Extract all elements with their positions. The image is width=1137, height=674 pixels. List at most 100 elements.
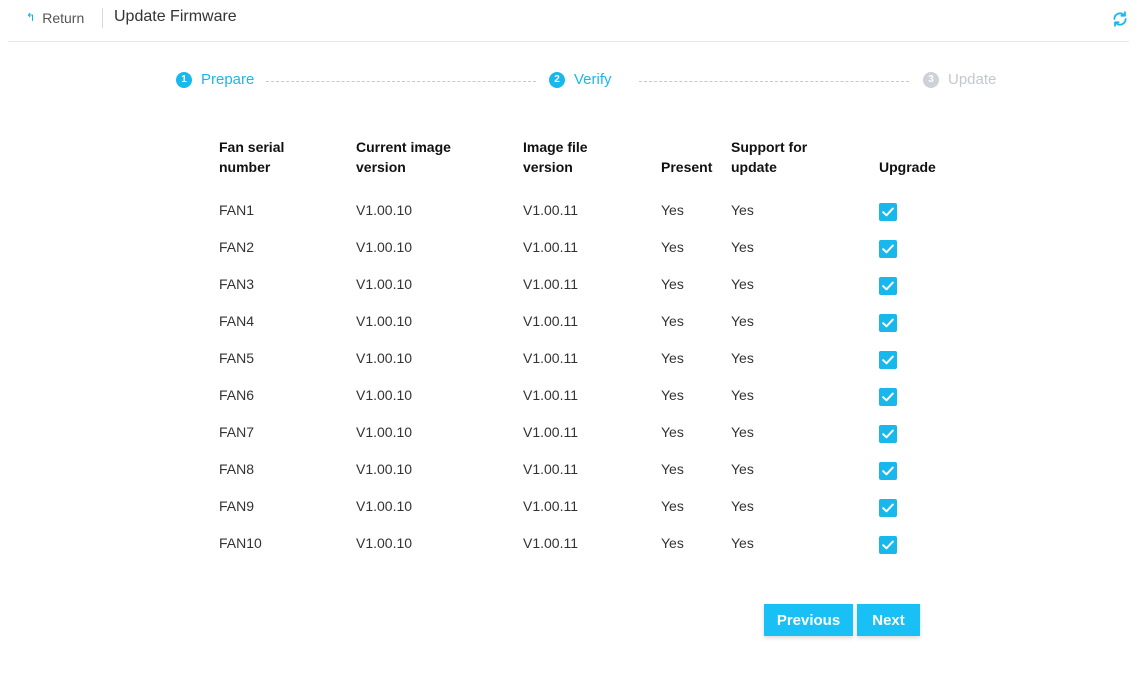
- current-version-cell: V1.00.10: [356, 201, 413, 218]
- fan-firmware-table: Fan serial number Current image version …: [219, 137, 959, 561]
- upgrade-cell: [879, 302, 959, 339]
- step-label: Verify: [574, 71, 612, 88]
- table-row: FAN9 V1.00.10 V1.00.11 Yes Yes: [219, 487, 959, 524]
- upgrade-checkbox[interactable]: [879, 535, 897, 554]
- image-file-version-cell: V1.00.11: [523, 349, 579, 366]
- present-cell: Yes: [661, 275, 684, 292]
- step-update: 3 Update: [923, 71, 996, 88]
- checkmark-icon: [882, 207, 894, 216]
- table-header-row: Fan serial number Current image version …: [219, 137, 959, 191]
- fan-serial-cell: FAN5: [219, 349, 255, 366]
- support-update-cell: Yes: [731, 312, 754, 329]
- table-row: FAN4 V1.00.10 V1.00.11 Yes Yes: [219, 302, 959, 339]
- current-version-cell: V1.00.10: [356, 534, 413, 551]
- current-version-cell: V1.00.10: [356, 349, 413, 366]
- step-number: 2: [549, 71, 565, 88]
- current-version-cell: V1.00.10: [356, 423, 413, 440]
- upgrade-checkbox[interactable]: [879, 498, 897, 517]
- table-row: FAN5 V1.00.10 V1.00.11 Yes Yes: [219, 339, 959, 376]
- upgrade-cell: [879, 228, 959, 265]
- image-file-version-cell: V1.00.11: [523, 534, 579, 551]
- upgrade-cell: [879, 487, 959, 524]
- support-update-cell: Yes: [731, 201, 754, 218]
- support-update-cell: Yes: [731, 534, 754, 551]
- checkmark-icon: [882, 392, 894, 401]
- header-divider: [102, 8, 103, 28]
- upgrade-cell: [879, 339, 959, 376]
- upgrade-cell: [879, 265, 959, 302]
- step-connector: [639, 81, 909, 82]
- fan-serial-cell: FAN6: [219, 386, 255, 403]
- checkmark-icon: [882, 244, 894, 253]
- checkmark-icon: [882, 503, 894, 512]
- table-row: FAN8 V1.00.10 V1.00.11 Yes Yes: [219, 450, 959, 487]
- upgrade-cell: [879, 376, 959, 413]
- fan-serial-cell: FAN4: [219, 312, 255, 329]
- upgrade-checkbox[interactable]: [879, 276, 897, 295]
- step-number: 3: [923, 71, 939, 88]
- fan-serial-cell: FAN3: [219, 275, 255, 292]
- upgrade-checkbox[interactable]: [879, 461, 897, 480]
- checkmark-icon: [882, 281, 894, 290]
- upgrade-checkbox[interactable]: [879, 202, 897, 221]
- current-version-cell: V1.00.10: [356, 460, 413, 477]
- header-upgrade: Upgrade: [879, 159, 936, 175]
- page-title: Update Firmware: [114, 8, 237, 25]
- image-file-version-cell: V1.00.11: [523, 460, 579, 477]
- refresh-icon[interactable]: [1111, 10, 1129, 28]
- checkmark-icon: [882, 540, 894, 549]
- image-file-version-cell: V1.00.11: [523, 201, 579, 218]
- current-version-cell: V1.00.10: [356, 312, 413, 329]
- next-button[interactable]: Next: [857, 604, 920, 636]
- header-present: Present: [661, 159, 713, 175]
- present-cell: Yes: [661, 386, 684, 403]
- present-cell: Yes: [661, 423, 684, 440]
- table-row: FAN6 V1.00.10 V1.00.11 Yes Yes: [219, 376, 959, 413]
- present-cell: Yes: [661, 497, 684, 514]
- support-update-cell: Yes: [731, 275, 754, 292]
- image-file-version-cell: V1.00.11: [523, 275, 579, 292]
- checkmark-icon: [882, 318, 894, 327]
- upgrade-cell: [879, 450, 959, 487]
- checkmark-icon: [882, 429, 894, 438]
- header-current-version: Current image version: [356, 139, 451, 175]
- image-file-version-cell: V1.00.11: [523, 423, 579, 440]
- upgrade-cell: [879, 413, 959, 450]
- step-verify: 2 Verify: [549, 71, 612, 88]
- support-update-cell: Yes: [731, 238, 754, 255]
- image-file-version-cell: V1.00.11: [523, 312, 579, 329]
- fan-serial-cell: FAN2: [219, 238, 255, 255]
- present-cell: Yes: [661, 312, 684, 329]
- present-cell: Yes: [661, 460, 684, 477]
- upgrade-checkbox[interactable]: [879, 313, 897, 332]
- present-cell: Yes: [661, 534, 684, 551]
- header-support-update: Support for update: [731, 139, 808, 175]
- table-row: FAN3 V1.00.10 V1.00.11 Yes Yes: [219, 265, 959, 302]
- current-version-cell: V1.00.10: [356, 497, 413, 514]
- present-cell: Yes: [661, 349, 684, 366]
- table-row: FAN1 V1.00.10 V1.00.11 Yes Yes: [219, 191, 959, 228]
- return-link[interactable]: ↰ Return: [26, 10, 84, 26]
- table-row: FAN10 V1.00.10 V1.00.11 Yes Yes: [219, 524, 959, 561]
- fan-serial-cell: FAN8: [219, 460, 255, 477]
- upgrade-checkbox[interactable]: [879, 424, 897, 443]
- return-label: Return: [42, 10, 85, 26]
- support-update-cell: Yes: [731, 349, 754, 366]
- support-update-cell: Yes: [731, 423, 754, 440]
- progress-stepper: 1 Prepare 2 Verify 3 Update: [176, 71, 1006, 93]
- fan-serial-cell: FAN1: [219, 201, 255, 218]
- upgrade-cell: [879, 191, 959, 228]
- upgrade-checkbox[interactable]: [879, 387, 897, 406]
- image-file-version-cell: V1.00.11: [523, 238, 579, 255]
- return-arrow-icon: ↰: [26, 11, 36, 24]
- step-connector: [266, 81, 536, 82]
- fan-serial-cell: FAN9: [219, 497, 255, 514]
- header-image-file-version: Image file version: [523, 139, 588, 175]
- image-file-version-cell: V1.00.11: [523, 497, 579, 514]
- current-version-cell: V1.00.10: [356, 238, 413, 255]
- upgrade-checkbox[interactable]: [879, 239, 897, 258]
- previous-button[interactable]: Previous: [764, 604, 853, 636]
- upgrade-checkbox[interactable]: [879, 350, 897, 369]
- image-file-version-cell: V1.00.11: [523, 386, 579, 403]
- table-row: FAN2 V1.00.10 V1.00.11 Yes Yes: [219, 228, 959, 265]
